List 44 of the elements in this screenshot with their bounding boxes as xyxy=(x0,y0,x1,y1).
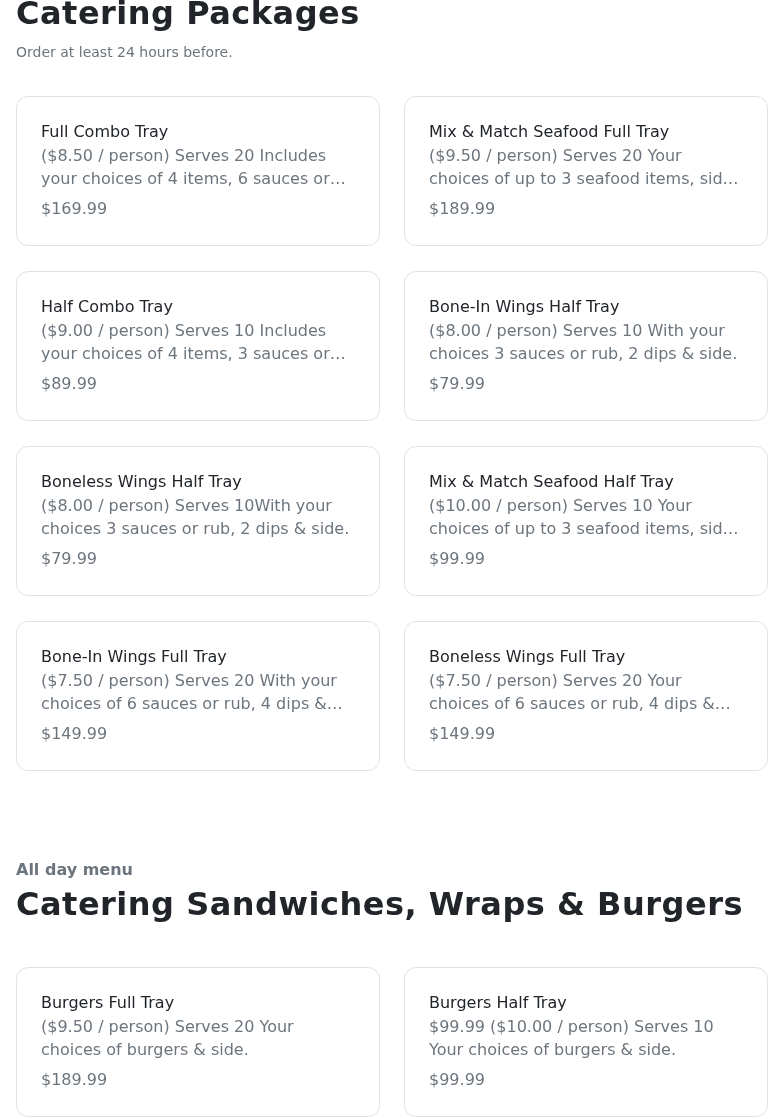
item-price: $169.99 xyxy=(41,198,109,220)
menu-item-card[interactable]: Burgers Half Tray $99.99 ($10.00 / person) Serves 10 Your choices of burgers & side. $99.99 xyxy=(404,967,768,1117)
menu-item-card[interactable]: Full Combo Tray ($8.50 / person) Serves 20 Includes your choices of 4 items, 6 sauces or… $169.99 xyxy=(16,96,380,246)
item-price: $149.99 xyxy=(41,723,109,745)
item-description: ($10.00 / person) Serves 10 Your choices of up to 3 seafood items, sid… xyxy=(429,495,740,540)
item-price: $99.99 xyxy=(429,1069,486,1091)
menu-item-card[interactable]: Bone-In Wings Half Tray ($8.00 / person) Serves 10 With your choices 3 sauces or rub, 2 dips & side. $79.99 xyxy=(404,271,768,421)
item-description: ($7.50 / person) Serves 20 Your choices of 6 sauces or rub, 4 dips &… xyxy=(429,670,732,715)
item-price: $99.99 xyxy=(429,548,486,570)
item-name: Boneless Wings Full Tray xyxy=(429,646,627,668)
item-description: ($9.00 / person) Serves 10 Includes your choices of 4 items, 3 sauces or… xyxy=(41,320,347,365)
item-description: ($9.50 / person) Serves 20 Your choices of up to 3 seafood items, sid… xyxy=(429,145,740,190)
section-title: Catering Packages xyxy=(16,0,361,32)
item-description: ($9.50 / person) Serves 20 Your choices of burgers & side. xyxy=(41,1016,295,1061)
item-description: ($7.50 / person) Serves 20 With your choices of 6 sauces or rub, 4 dips &… xyxy=(41,670,344,715)
item-description: $99.99 ($10.00 / person) Serves 10 Your choices of burgers & side. xyxy=(429,1016,715,1061)
item-name: Burgers Full Tray xyxy=(41,992,176,1014)
item-name: Burgers Half Tray xyxy=(429,992,568,1014)
item-name: Bone-In Wings Half Tray xyxy=(429,296,621,318)
menu-item-card[interactable]: Burgers Full Tray ($9.50 / person) Serves 20 Your choices of burgers & side. $189.99 xyxy=(16,967,380,1117)
item-price: $149.99 xyxy=(429,723,497,745)
menu-item-card[interactable]: Mix & Match Seafood Half Tray ($10.00 / person) Serves 10 Your choices of up to 3 seafood items, sid… $99.99 xyxy=(404,446,768,596)
item-price: $189.99 xyxy=(41,1069,109,1091)
item-name: Bone-In Wings Full Tray xyxy=(41,646,228,668)
section-eyebrow: All day menu xyxy=(16,859,134,881)
menu-item-card[interactable]: Half Combo Tray ($9.00 / person) Serves 10 Includes your choices of 4 items, 3 sauces or… $89.99 xyxy=(16,271,380,421)
item-price: $89.99 xyxy=(41,373,98,395)
item-name: Mix & Match Seafood Half Tray xyxy=(429,471,675,493)
item-price: $79.99 xyxy=(429,373,486,395)
item-price: $189.99 xyxy=(429,198,497,220)
menu-item-card[interactable]: Mix & Match Seafood Full Tray ($9.50 / person) Serves 20 Your choices of up to 3 seafood items, sid… $189.99 xyxy=(404,96,768,246)
menu-item-card[interactable]: Boneless Wings Half Tray ($8.00 / person) Serves 10With your choices 3 sauces or rub, 2 dips & side. $79.99 xyxy=(16,446,380,596)
item-name: Full Combo Tray xyxy=(41,121,170,143)
item-description: ($8.50 / person) Serves 20 Includes your choices of 4 items, 6 sauces or… xyxy=(41,145,347,190)
item-description: ($8.00 / person) Serves 10With your choices 3 sauces or rub, 2 dips & side. xyxy=(41,495,351,540)
menu-item-card[interactable]: Boneless Wings Full Tray ($7.50 / person) Serves 20 Your choices of 6 sauces or rub, 4 dips &… $149.99 xyxy=(404,621,768,771)
menu-item-card[interactable]: Bone-In Wings Full Tray ($7.50 / person) Serves 20 With your choices of 6 sauces or rub, 4 dips &… $149.99 xyxy=(16,621,380,771)
section-title: Catering Sandwiches, Wraps & Burgers xyxy=(16,885,744,923)
item-description: ($8.00 / person) Serves 10 With your choices 3 sauces or rub, 2 dips & side. xyxy=(429,320,739,365)
item-price: $79.99 xyxy=(41,548,98,570)
item-name: Mix & Match Seafood Full Tray xyxy=(429,121,671,143)
item-name: Half Combo Tray xyxy=(41,296,174,318)
item-name: Boneless Wings Half Tray xyxy=(41,471,243,493)
section-subtitle: Order at least 24 hours before. xyxy=(16,43,234,62)
